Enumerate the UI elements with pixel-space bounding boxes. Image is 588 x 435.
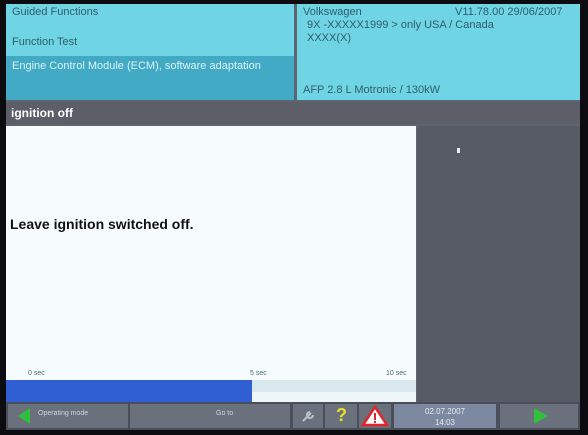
function-test-label[interactable]: Function Test	[12, 36, 77, 49]
content-area: Leave ignition switched off.	[6, 126, 416, 368]
date-time-display: 02.07.2007 14:03	[394, 404, 496, 428]
next-button[interactable]	[500, 404, 578, 428]
code-label: XXXX(X)	[307, 32, 352, 44]
page-title: ignition off	[11, 106, 73, 120]
wrench-icon	[302, 411, 314, 422]
scale-start-label: 0 sec	[28, 370, 45, 377]
progress-bar	[6, 380, 416, 402]
date-label: 02.07.2007	[424, 407, 466, 416]
engine-label: AFP 2.8 L Motronic / 130kW	[303, 84, 440, 96]
guided-functions-label[interactable]: Guided Functions	[12, 6, 98, 19]
side-panel	[417, 126, 580, 402]
time-label: 14:03	[434, 418, 456, 427]
version-label: V11.78.00 29/06/2007	[455, 6, 563, 18]
progress-fill	[6, 380, 252, 402]
warning-button[interactable]	[359, 404, 391, 428]
brand-label: Volkswagen	[303, 6, 362, 18]
progress-scale: 0 sec 5 sec 10 sec	[6, 368, 416, 380]
goto-label: Go to	[216, 410, 234, 417]
scale-mid-label: 5 sec	[250, 370, 267, 377]
back-arrow-icon	[18, 408, 30, 424]
selected-function-label: Engine Control Module (ECM), software ad…	[12, 60, 261, 72]
warning-icon	[360, 404, 390, 427]
title-bar: ignition off	[6, 102, 580, 124]
goto-button[interactable]: Go to	[130, 404, 290, 428]
selected-function[interactable]: Engine Control Module (ECM), software ad…	[6, 56, 294, 100]
operating-mode-label: Operating mode	[38, 410, 89, 417]
model-label: 9X -XXXXX1999 > only USA / Canada	[307, 19, 494, 31]
bottom-toolbar: Operating mode Go to ? 02.07.2007 14:03	[6, 402, 580, 430]
help-icon: ?	[336, 405, 347, 425]
navigation-header: Guided Functions Function Test Engine Co…	[6, 4, 294, 100]
help-button[interactable]: ?	[325, 404, 357, 428]
next-arrow-icon	[534, 408, 548, 424]
mouse-cursor	[457, 148, 460, 153]
scale-end-label: 10 sec	[386, 370, 407, 377]
tools-button[interactable]	[293, 404, 323, 428]
vehicle-info-header: Volkswagen V11.78.00 29/06/2007 9X -XXXX…	[297, 4, 580, 100]
instruction-message: Leave ignition switched off.	[10, 216, 194, 232]
diagnostic-screen: Guided Functions Function Test Engine Co…	[6, 4, 580, 430]
back-button[interactable]: Operating mode	[8, 404, 128, 428]
